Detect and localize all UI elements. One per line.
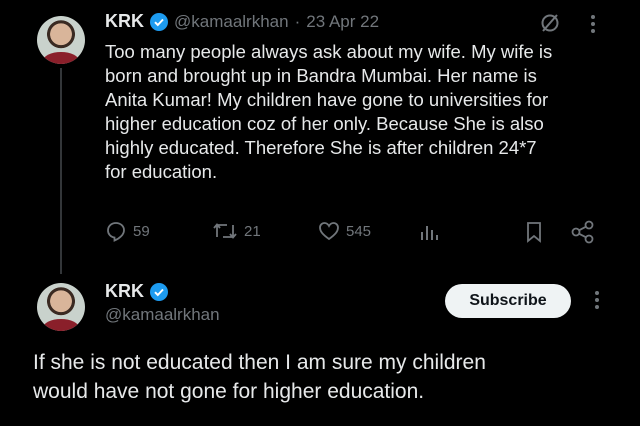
- views-icon[interactable]: [418, 222, 440, 247]
- reply-header: KRK: [105, 281, 168, 302]
- share-icon[interactable]: [570, 220, 596, 249]
- tweet-header: KRK @kamaalrkhan · 23 Apr 22: [105, 11, 379, 32]
- retweet-button[interactable]: 21: [212, 220, 261, 242]
- reply-text: If she is not educated then I am sure my…: [33, 348, 623, 406]
- tweet-text-line: for education.: [105, 161, 218, 182]
- like-count: 545: [346, 222, 372, 240]
- tweet-author-handle[interactable]: @kamaalrkhan: [174, 12, 289, 32]
- reply-button[interactable]: 59: [105, 220, 150, 242]
- verified-badge-icon: [150, 12, 168, 31]
- like-button[interactable]: 545: [318, 220, 371, 242]
- more-icon[interactable]: [590, 14, 596, 39]
- tweet-text-line: Too many people always ask about my wife…: [105, 41, 553, 62]
- thread-line: [60, 68, 62, 274]
- like-icon: [319, 222, 339, 241]
- reply-icon: [107, 222, 125, 242]
- tweet-text-line: Anita Kumar! My children have gone to un…: [105, 89, 549, 110]
- reply-author-name[interactable]: KRK: [105, 281, 144, 302]
- verified-badge-icon: [150, 282, 168, 301]
- reply-count: 59: [133, 222, 150, 240]
- subscribe-button[interactable]: Subscribe: [445, 284, 571, 318]
- reply-text-line: would have not gone for higher education…: [33, 380, 425, 403]
- grok-icon[interactable]: [539, 12, 561, 39]
- tweet-date-separator: ·: [294, 11, 301, 31]
- retweet-icon: [213, 223, 237, 239]
- tweet-avatar[interactable]: [37, 16, 85, 64]
- reply-text-line: If she is not educated then I am sure my…: [33, 351, 486, 374]
- bookmark-icon[interactable]: [525, 221, 543, 248]
- tweet-text-line: highly educated. Therefore She is after …: [105, 137, 537, 158]
- tweet-text-line: higher education coz of her only. Becaus…: [105, 113, 544, 134]
- more-icon[interactable]: [594, 290, 600, 315]
- tweet-text-line: born and brought up in Bandra Mumbai. He…: [105, 65, 537, 86]
- reply-avatar[interactable]: [37, 283, 85, 331]
- tweet-author-name[interactable]: KRK: [105, 11, 144, 32]
- reply-author-handle[interactable]: @kamaalrkhan: [105, 305, 220, 325]
- tweet-text: Too many people always ask about my wife…: [105, 40, 625, 184]
- tweet-date[interactable]: 23 Apr 22: [306, 12, 379, 32]
- retweet-count: 21: [244, 222, 261, 240]
